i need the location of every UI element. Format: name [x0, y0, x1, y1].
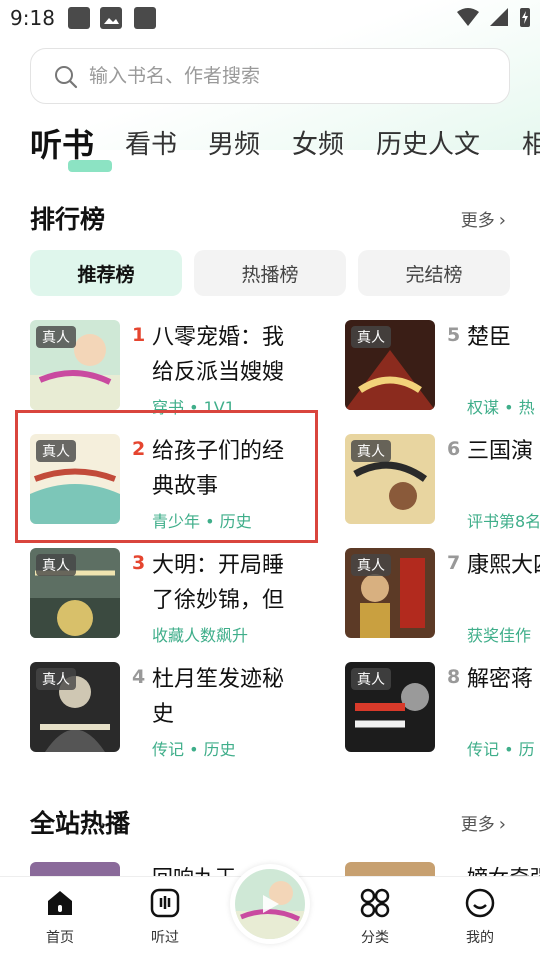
- book-item[interactable]: 真人 3 大明：开局睡了徐妙锦，但 收藏人数飙升: [30, 548, 300, 648]
- book-title: 康熙大四册）: [467, 553, 540, 578]
- book-cover: 真人: [30, 662, 120, 752]
- book-meta: 收藏人数飙升: [152, 626, 249, 645]
- chevron-right-icon: ›: [498, 210, 506, 231]
- nav-label: 我的: [466, 930, 494, 946]
- tab-female[interactable]: 女频: [292, 124, 344, 161]
- book-title: 大明：开局睡了徐妙锦，但: [152, 553, 285, 613]
- battery-icon: [520, 8, 530, 27]
- nav-category[interactable]: 分类: [335, 887, 415, 947]
- nav-history[interactable]: 听过: [125, 887, 205, 947]
- rank-number: 6: [447, 438, 461, 460]
- rank-number: 8: [447, 666, 461, 688]
- cover-tag: 真人: [351, 668, 391, 690]
- image-icon: [100, 7, 122, 29]
- hot-title: 全站热播: [30, 809, 131, 838]
- nav-profile[interactable]: 我的: [440, 887, 520, 947]
- book-cover: 真人: [345, 320, 435, 410]
- book-cover: 真人: [345, 548, 435, 638]
- rank-number: 3: [132, 552, 146, 574]
- rank-number: 5: [447, 324, 461, 346]
- book-cover: 真人: [345, 662, 435, 752]
- nav-label: 首页: [46, 930, 74, 946]
- ranking-more-link[interactable]: 更多 ›: [461, 206, 506, 231]
- book-cover: 真人: [30, 320, 120, 410]
- book-cover: 真人: [345, 434, 435, 524]
- now-playing-cover: [235, 869, 305, 939]
- ranking-title: 排行榜: [30, 205, 106, 234]
- book-cover: 真人: [30, 548, 120, 638]
- book-title: 杜月笙发迹秘史: [152, 667, 285, 727]
- book-title: 八零宠婚：我给反派当嫂嫂: [152, 325, 285, 385]
- book-item[interactable]: 真人 1 八零宠婚：我给反派当嫂嫂 穿书 • 1V1: [30, 320, 300, 420]
- ranking-more-label: 更多: [460, 211, 495, 231]
- book-meta: 获奖佳作: [467, 626, 532, 645]
- right-column: 真人 5 楚臣 权谋 • 热 真人 6 三国演 评书第8名 真人 7 康熙大四册…: [345, 300, 540, 780]
- wifi-icon: [457, 8, 479, 26]
- rank-number: 7: [447, 552, 461, 574]
- book-meta: 传记 • 历: [467, 740, 535, 759]
- rank-tab-hot[interactable]: 热播榜: [194, 250, 346, 296]
- cover-tag: 真人: [351, 440, 391, 462]
- book-item[interactable]: 真人 4 杜月笙发迹秘史 传记 • 历史: [30, 662, 300, 762]
- signal-icon: [490, 8, 508, 26]
- rank-number: 4: [132, 666, 146, 688]
- home-icon: [48, 891, 72, 915]
- book-title: 三国演: [467, 439, 534, 464]
- nav-label: 听过: [151, 930, 179, 946]
- search-icon: [55, 66, 78, 89]
- chevron-right-icon: ›: [498, 814, 506, 835]
- highlight-box: [15, 410, 318, 543]
- status-indicators: [456, 6, 532, 28]
- tab-history[interactable]: 历史人文: [376, 124, 480, 161]
- cover-tag: 真人: [36, 326, 76, 348]
- book-title: 解密蒋: [467, 667, 534, 692]
- search-input[interactable]: [89, 61, 489, 91]
- book-item[interactable]: 真人 8 解密蒋 传记 • 历: [345, 662, 540, 762]
- hot-more-link[interactable]: 更多 ›: [461, 810, 506, 835]
- nav-home[interactable]: 首页: [20, 887, 100, 947]
- cover-tag: 真人: [36, 554, 76, 576]
- category-icon: [360, 888, 390, 918]
- tab-more[interactable]: 相: [522, 124, 540, 161]
- listened-icon: [150, 888, 180, 918]
- tab-listen[interactable]: 听书: [30, 120, 94, 166]
- book-meta: 传记 • 历史: [152, 740, 236, 759]
- rank-tab-recommended[interactable]: 推荐榜: [30, 250, 182, 296]
- profile-icon: [465, 888, 495, 918]
- book-meta: 评书第8名: [467, 512, 540, 531]
- app-notification-icon: [134, 7, 156, 29]
- status-time: 9:18: [10, 6, 55, 30]
- rank-number: 1: [132, 324, 146, 346]
- cover-tag: 真人: [351, 326, 391, 348]
- cover-tag: 真人: [36, 668, 76, 690]
- tab-read[interactable]: 看书: [125, 124, 177, 161]
- rank-tab-complete[interactable]: 完结榜: [358, 250, 510, 296]
- notification-icon: [68, 7, 90, 29]
- book-meta: 权谋 • 热: [467, 398, 535, 417]
- search-bar[interactable]: [30, 48, 510, 104]
- book-item[interactable]: 真人 5 楚臣 权谋 • 热: [345, 320, 540, 420]
- nav-label: 分类: [361, 930, 389, 946]
- book-title: 楚臣: [467, 325, 512, 350]
- book-item[interactable]: 真人 7 康熙大四册） 获奖佳作: [345, 548, 540, 648]
- hot-more-label: 更多: [460, 815, 495, 835]
- status-bar: 9:18: [0, 0, 540, 38]
- cover-tag: 真人: [351, 554, 391, 576]
- now-playing-button[interactable]: [230, 864, 310, 944]
- book-item[interactable]: 真人 6 三国演 评书第8名: [345, 434, 540, 534]
- tab-male[interactable]: 男频: [208, 124, 260, 161]
